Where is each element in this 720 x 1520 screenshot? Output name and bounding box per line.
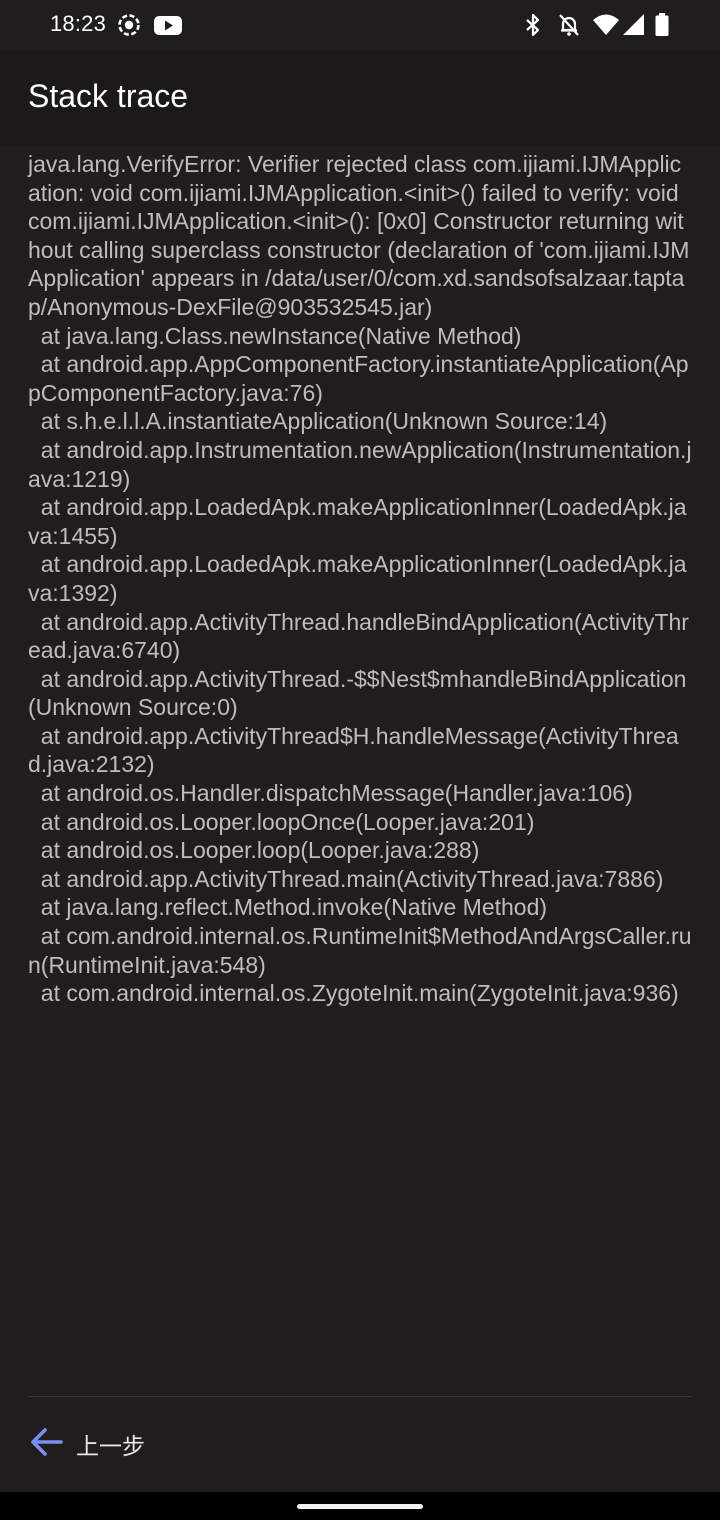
stack-trace-text: java.lang.VerifyError: Verifier rejected… [28, 151, 692, 1007]
page-title: Stack trace [28, 78, 189, 114]
back-button[interactable]: 上一步 [28, 1422, 145, 1466]
bluetooth-icon [522, 12, 544, 38]
signal-icon [622, 12, 646, 38]
home-handle[interactable] [297, 1504, 423, 1509]
notifications-off-icon [556, 12, 582, 38]
app-header: Stack trace [0, 50, 720, 146]
wifi-icon [592, 12, 620, 38]
battery-icon [654, 12, 670, 38]
status-time: 18:23 [50, 11, 107, 36]
arrow-left-icon [28, 1426, 64, 1463]
navigation-bar [0, 1492, 720, 1520]
back-button-label: 上一步 [76, 1434, 145, 1460]
footer-divider [28, 1396, 692, 1397]
stack-trace-screen: 18:23 Stack trace java.lang.VerifyError:… [0, 0, 720, 1492]
screen-record-icon [116, 12, 142, 38]
youtube-icon [153, 12, 183, 38]
status-bar: 18:23 [0, 0, 720, 50]
